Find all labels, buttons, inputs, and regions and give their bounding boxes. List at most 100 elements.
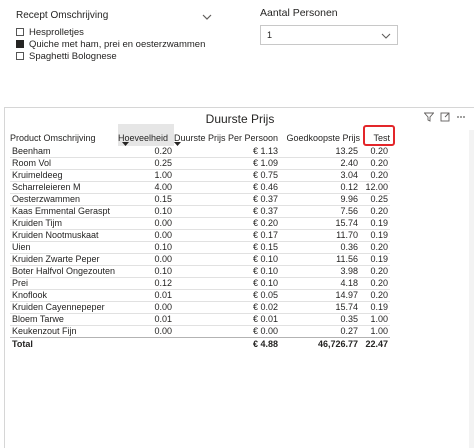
- filter-icon[interactable]: [424, 112, 434, 122]
- chevron-down-icon[interactable]: [381, 32, 391, 40]
- table-cell: 0.00: [154, 218, 172, 228]
- column-header-product[interactable]: Product Omschrijving: [10, 124, 118, 146]
- total-hoeveelheid: [118, 337, 174, 351]
- table-cell: Bloem Tarwe: [12, 314, 64, 324]
- sort-descending-icon: [174, 142, 181, 146]
- table-cell: € 0.05: [252, 290, 278, 300]
- table-cell: 4.00: [154, 182, 172, 192]
- table-cell: 0.01: [154, 314, 172, 324]
- table-cell: € 0.00: [252, 326, 278, 336]
- table-cell: 0.19: [370, 230, 388, 240]
- table-cell: Boter Halfvol Ongezouten: [12, 266, 116, 276]
- scrollbar[interactable]: [469, 130, 474, 448]
- table-cell: 0.36: [340, 242, 358, 252]
- focus-mode-icon[interactable]: [440, 112, 450, 122]
- aantal-dropdown[interactable]: 1: [260, 25, 398, 45]
- table-cell: 0.20: [370, 206, 388, 216]
- table-row[interactable]: Kruiden Nootmuskaat 0.00 € 0.17 11.70 0.19: [10, 230, 390, 242]
- table-row[interactable]: Knoflook 0.01 € 0.05 14.97 0.20: [10, 290, 390, 302]
- total-goedkoopste-prijs: 46,726.77: [280, 337, 360, 351]
- red-highlight-annotation: [363, 125, 395, 146]
- table-cell: € 0.10: [252, 278, 278, 288]
- table-row[interactable]: Boter Halfvol Ongezouten 0.10 € 0.10 3.98 0.…: [10, 266, 390, 278]
- table-row[interactable]: Oesterzwammen 0.15 € 0.37 9.96 0.25: [10, 194, 390, 206]
- table-row[interactable]: Kruiden Tijm 0.00 € 0.20 15.74 0.19: [10, 218, 390, 230]
- column-header-duurste-prijs[interactable]: Duurste Prijs Per Persoon: [174, 124, 280, 146]
- table-cell: € 0.20: [252, 218, 278, 228]
- table-row[interactable]: Uien 0.10 € 0.15 0.36 0.20: [10, 242, 390, 254]
- table-cell: 3.04: [340, 170, 358, 180]
- table-cell: 0.19: [370, 254, 388, 264]
- table-row[interactable]: Kruimeldeeg 1.00 € 0.75 3.04 0.20: [10, 170, 390, 182]
- table-cell: 0.25: [154, 158, 172, 168]
- table-cell: 11.70: [336, 230, 358, 240]
- table-cell: Prei: [12, 278, 29, 288]
- table-cell: 0.10: [154, 266, 172, 276]
- checkbox[interactable]: [16, 52, 24, 60]
- column-header-label: Product Omschrijving: [10, 133, 96, 143]
- slicer-item-hesprolletjes[interactable]: Hesprolletjes: [16, 26, 216, 38]
- table-cell: 0.00: [154, 326, 172, 336]
- table-cell: 0.00: [154, 230, 172, 240]
- table-row[interactable]: Bloem Tarwe 0.01 € 0.01 0.35 1.00: [10, 314, 390, 326]
- table-visual: Duurste Prijs Product Omschrijving Hoeve…: [4, 107, 474, 448]
- table-cell: 13.25: [335, 146, 358, 156]
- table-row[interactable]: Room Vol 0.25 € 1.09 2.40 0.20: [10, 158, 390, 170]
- table-cell: 12.00: [365, 182, 388, 192]
- table-cell: 0.12: [154, 278, 172, 288]
- table-cell: 4.18: [340, 278, 358, 288]
- table-cell: 0.20: [370, 278, 388, 288]
- table-cell: 0.10: [154, 206, 172, 216]
- table-cell: € 0.75: [252, 170, 278, 180]
- table-row[interactable]: Kruiden Zwarte Peper 0.00 € 0.10 11.56 0.19: [10, 254, 390, 266]
- table-row[interactable]: Kaas Emmental Geraspt 0.10 € 0.37 7.56 0.20: [10, 206, 390, 218]
- table-cell: Oesterzwammen: [12, 194, 81, 204]
- table-cell: 0.20: [370, 158, 388, 168]
- table-row[interactable]: Kruiden Cayennepeper 0.00 € 0.02 15.74 0.19: [10, 302, 390, 314]
- table-cell: 15.74: [335, 218, 358, 228]
- table-cell: Kruiden Nootmuskaat: [12, 230, 99, 240]
- slicer-item-label: Quiche met ham, prei en oesterzwammen: [29, 38, 206, 50]
- table-row[interactable]: Scharreleieren M 4.00 € 0.46 0.12 12.00: [10, 182, 390, 194]
- table-cell: 11.56: [336, 254, 358, 264]
- table-cell: Kruimeldeeg: [12, 170, 63, 180]
- table-cell: € 0.01: [252, 314, 278, 324]
- table-cell: 9.96: [340, 194, 358, 204]
- column-header-hoeveelheid[interactable]: Hoeveelheid: [118, 124, 174, 146]
- table-cell: Kaas Emmental Geraspt: [12, 206, 111, 216]
- table-cell: 7.56: [340, 206, 358, 216]
- table-cell: Keukenzout Fijn: [12, 326, 77, 336]
- table-cell: € 0.46: [252, 182, 278, 192]
- table-cell: Knoflook: [12, 290, 48, 300]
- checkbox-checked[interactable]: [16, 40, 24, 48]
- table-cell: € 0.02: [252, 302, 278, 312]
- column-header-goedkoopste-prijs[interactable]: Goedkoopste Prijs: [280, 124, 360, 146]
- table-row[interactable]: Keukenzout Fijn 0.00 € 0.00 0.27 1.00: [10, 326, 390, 338]
- table-cell: € 0.10: [252, 266, 278, 276]
- slicer-item-label: Hesprolletjes: [29, 26, 84, 38]
- table-cell: Kruiden Cayennepeper: [12, 302, 105, 312]
- table-cell: Kruiden Zwarte Peper: [12, 254, 100, 264]
- table-cell: 0.35: [340, 314, 358, 324]
- table-cell: 0.20: [370, 170, 388, 180]
- table-cell: 0.15: [154, 194, 172, 204]
- aantal-slicer-title: Aantal Personen: [260, 7, 338, 19]
- table-cell: 14.97: [335, 290, 358, 300]
- aantal-value: 1: [267, 30, 273, 40]
- table-row[interactable]: Prei 0.12 € 0.10 4.18 0.20: [10, 278, 390, 290]
- checkbox[interactable]: [16, 28, 24, 36]
- table-row[interactable]: Beenham 0.20 € 1.13 13.25 0.20: [10, 146, 390, 158]
- slicer-item-spaghetti[interactable]: Spaghetti Bolognese: [16, 50, 216, 62]
- table-cell: € 0.10: [252, 254, 278, 264]
- data-table: Product Omschrijving Hoeveelheid Duurste…: [10, 124, 390, 351]
- table-cell: Beenham: [12, 146, 51, 156]
- table-cell: 0.27: [340, 326, 358, 336]
- table-cell: Scharreleieren M: [12, 182, 81, 192]
- more-options-icon[interactable]: [456, 112, 466, 122]
- slicer-item-quiche[interactable]: Quiche met ham, prei en oesterzwammen: [16, 38, 216, 50]
- table-cell: 15.74: [335, 302, 358, 312]
- chevron-down-icon[interactable]: [201, 12, 213, 22]
- column-header-label: Goedkoopste Prijs: [286, 133, 360, 143]
- slicer-item-label: Spaghetti Bolognese: [29, 50, 117, 62]
- table-cell: 3.98: [340, 266, 358, 276]
